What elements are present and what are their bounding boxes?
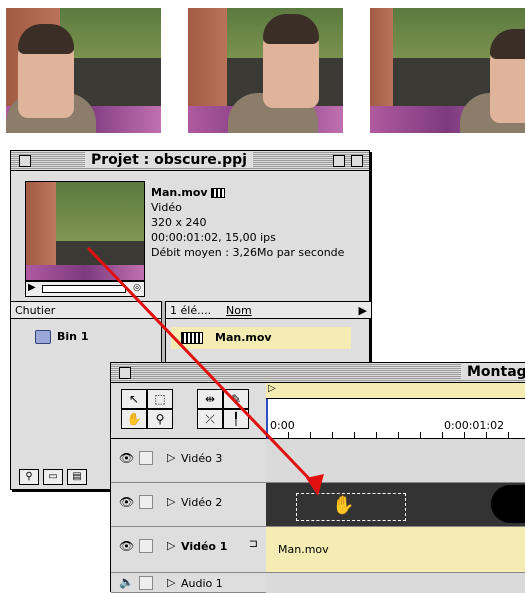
expand-triangle-icon[interactable]: ▷ xyxy=(167,495,175,508)
close-box[interactable] xyxy=(119,367,131,379)
eye-icon[interactable]: 👁 xyxy=(119,539,134,553)
video-3-lane[interactable] xyxy=(266,439,525,483)
track-headers: 👁 ▷ Vidéo 3 👁 ▷ Vidéo 2 👁 ▷ Vidéo 1 ⊐ 🔈 … xyxy=(111,439,266,593)
play-icon[interactable]: ▶ xyxy=(28,282,36,293)
expand-triangle-icon[interactable]: ▷ xyxy=(167,539,175,552)
lock-toggle[interactable] xyxy=(139,539,153,553)
list-header: 1 élé.... Nom ▶ xyxy=(166,301,371,319)
link-tool[interactable]: ⤫ xyxy=(197,409,223,429)
ruler-end-time: 0:00:01:02 xyxy=(444,419,505,432)
track-video-3[interactable]: 👁 ▷ Vidéo 3 xyxy=(111,439,266,483)
expand-triangle-icon[interactable]: ▷ xyxy=(167,576,175,589)
lock-toggle[interactable] xyxy=(139,576,153,590)
find-icon[interactable]: ⚲ xyxy=(19,469,39,485)
clip-type: Vidéo xyxy=(151,201,182,214)
close-box[interactable] xyxy=(19,155,31,167)
new-item-icon[interactable]: ▤ xyxy=(67,469,87,485)
track-video-2[interactable]: 👁 ▷ Vidéo 2 xyxy=(111,483,266,527)
video-1-lane[interactable]: Man.mov xyxy=(266,527,525,573)
timeline-title: Montag xyxy=(461,364,525,380)
expand-triangle-icon[interactable]: ▷ xyxy=(167,451,175,464)
scroll-right-icon[interactable]: ▶ xyxy=(359,304,367,317)
project-titlebar[interactable]: Projet : obscure.ppj xyxy=(11,151,369,171)
frame-1 xyxy=(6,8,161,133)
track-label: Vidéo 1 xyxy=(181,540,228,553)
frame-2 xyxy=(188,8,343,133)
scrub-slider[interactable] xyxy=(42,285,126,293)
clip-name: Man.mov xyxy=(151,186,208,199)
speaker-icon[interactable]: 🔈 xyxy=(119,575,134,589)
zoom-tool[interactable]: ⚲ xyxy=(147,409,173,429)
film-icon xyxy=(210,188,225,198)
lock-toggle[interactable] xyxy=(139,451,153,465)
count-column-header[interactable]: 1 élé.... xyxy=(170,304,211,317)
bin-item[interactable]: Bin 1 xyxy=(29,327,139,347)
track-label: Vidéo 2 xyxy=(181,496,223,509)
grab-hand-icon: ✋ xyxy=(332,495,355,516)
track-label: Vidéo 3 xyxy=(181,452,223,465)
project-title: Projet : obscure.ppj xyxy=(85,152,253,168)
time-ruler[interactable]: 0:00 0:00:01:02 xyxy=(266,399,525,439)
thumbnail-controller[interactable]: ▶ ◎ xyxy=(25,281,145,297)
clip-thumbnail xyxy=(25,181,145,281)
range-select-tool[interactable]: ⬚ xyxy=(147,389,173,409)
video-2-lane[interactable]: ✋ xyxy=(266,483,525,527)
hand-tool[interactable]: ✋ xyxy=(121,409,147,429)
audio-1-lane[interactable] xyxy=(266,573,525,593)
tool-palette: ↖ ⬚ ⇹ ✎ ✋ ⚲ ⤫ ╿ xyxy=(111,383,266,439)
loop-icon[interactable]: ◎ xyxy=(133,283,141,293)
razor-tool[interactable]: ✎ xyxy=(223,389,249,409)
zoom-box[interactable] xyxy=(333,155,345,167)
ruler-start-time: 0:00 xyxy=(270,419,295,432)
bin-header: Chutier xyxy=(11,301,161,319)
collapse-box[interactable] xyxy=(351,155,363,167)
track-audio-1[interactable]: 🔈 ▷ Audio 1 xyxy=(111,573,266,593)
new-bin-icon[interactable]: ▭ xyxy=(43,469,63,485)
timeline-window: Montag ↖ ⬚ ⇹ ✎ ✋ ⚲ ⤫ ╿ ▷ 0:00 0:00:01:02… xyxy=(110,362,525,593)
track-label: Audio 1 xyxy=(181,577,223,590)
marker-tool[interactable]: ╿ xyxy=(223,409,249,429)
clip-duration: 00:00:01:02, 15,00 ips xyxy=(151,231,276,244)
select-tool[interactable]: ↖ xyxy=(121,389,147,409)
ripple-edit-tool[interactable]: ⇹ xyxy=(197,389,223,409)
eye-icon[interactable]: 👁 xyxy=(119,451,134,465)
film-icon xyxy=(181,332,203,344)
clip-size: 320 x 240 xyxy=(151,216,207,229)
track-lanes[interactable]: ✋ Man.mov xyxy=(266,439,525,593)
timeline-titlebar[interactable]: Montag xyxy=(111,363,525,383)
work-area-marker-icon[interactable]: ▷ xyxy=(268,383,276,394)
clip-label: Man.mov xyxy=(278,543,329,556)
frame-3 xyxy=(370,8,525,133)
clip-info: Man.mov Vidéo 320 x 240 00:00:01:02, 15,… xyxy=(151,185,344,260)
clip-row[interactable]: Man.mov xyxy=(171,327,351,349)
track-video-1[interactable]: 👁 ▷ Vidéo 1 ⊐ xyxy=(111,527,266,573)
eye-icon[interactable]: 👁 xyxy=(119,495,134,509)
folder-icon xyxy=(35,330,51,344)
lock-toggle[interactable] xyxy=(139,495,153,509)
track-link-icon[interactable]: ⊐ xyxy=(249,537,258,550)
work-area-bar[interactable]: ▷ xyxy=(266,383,525,399)
name-column-header[interactable]: Nom xyxy=(226,304,252,317)
clip-rate: Débit moyen : 3,26Mo par seconde xyxy=(151,246,345,259)
